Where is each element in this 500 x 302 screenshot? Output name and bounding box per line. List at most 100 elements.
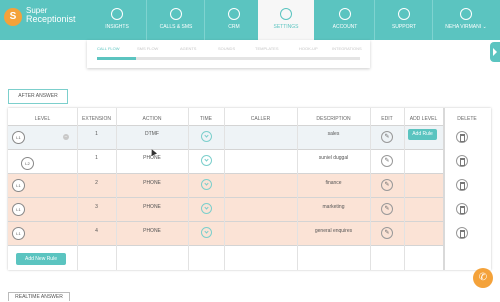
subtab-hook-up[interactable]: HOOK-UP bbox=[299, 46, 318, 51]
user-name: NEHA VIRMANI bbox=[445, 24, 482, 30]
header-description: DESCRIPTION bbox=[316, 116, 351, 122]
header-time: TIME bbox=[200, 116, 212, 122]
nav-item-support[interactable]: SUPPORT bbox=[375, 0, 433, 40]
description-value: general enquires bbox=[314, 228, 353, 234]
nav-item-calls-sms[interactable]: CALLS & SMS bbox=[147, 0, 205, 40]
nav-item-account[interactable]: ACCOUNT bbox=[316, 0, 374, 40]
header-level: LEVEL bbox=[34, 116, 51, 122]
action-value: PHONE bbox=[143, 155, 161, 161]
time-dropdown-icon[interactable] bbox=[201, 203, 212, 214]
progress-bar bbox=[97, 57, 360, 60]
delete-icon[interactable] bbox=[456, 155, 468, 167]
add-rule-button[interactable]: Add Rule bbox=[408, 129, 437, 140]
subtab-agents[interactable]: AGENTS bbox=[180, 46, 196, 51]
brand-line2: Receptionist bbox=[26, 14, 76, 24]
delete-column bbox=[443, 108, 493, 270]
action-value: PHONE bbox=[143, 204, 161, 210]
action-value: PHONE bbox=[143, 180, 161, 186]
subtab-sms-flow[interactable]: SMS FLOW bbox=[137, 46, 158, 51]
extension-value: 3 bbox=[95, 204, 98, 210]
divider bbox=[8, 197, 443, 198]
delete-icon[interactable] bbox=[456, 131, 468, 143]
support-icon bbox=[398, 8, 410, 20]
level-badge: L2 bbox=[21, 157, 34, 170]
table-row bbox=[8, 174, 443, 197]
action-value: PHONE bbox=[143, 228, 161, 234]
avatar-icon bbox=[460, 8, 472, 20]
divider bbox=[8, 221, 443, 222]
collapse-icon[interactable]: − bbox=[63, 134, 69, 140]
header-add-level: ADD LEVEL bbox=[409, 116, 438, 122]
brand-name: Super Receptionist bbox=[26, 6, 76, 24]
nav-label: CALLS & SMS bbox=[159, 24, 193, 30]
time-dropdown-icon[interactable] bbox=[201, 227, 212, 238]
header-extension: EXTENSION bbox=[82, 116, 111, 122]
insights-icon bbox=[111, 8, 123, 20]
call-flow-subnav: CALL FLOW SMS FLOW AGENTS SOUNDS TEMPLAT… bbox=[87, 40, 370, 68]
subtab-integrations[interactable]: INTEGRATIONS bbox=[332, 46, 362, 51]
level-badge: L1 bbox=[12, 203, 25, 216]
after-answer-button[interactable]: AFTER ANSWER bbox=[8, 89, 68, 104]
table-row bbox=[8, 126, 443, 149]
divider bbox=[188, 108, 189, 270]
edit-icon[interactable]: ✎ bbox=[381, 179, 393, 191]
level-badge: L1 bbox=[12, 179, 25, 192]
nav-label: CRM bbox=[228, 24, 240, 30]
subtab-sounds[interactable]: SOUNDS bbox=[218, 46, 235, 51]
description-value: finance bbox=[325, 180, 342, 186]
divider bbox=[8, 125, 443, 126]
nav-item-crm[interactable]: CRM bbox=[205, 0, 263, 40]
progress-fill bbox=[97, 57, 137, 60]
nav-label: SUPPORT bbox=[391, 24, 417, 30]
subtab-call-flow[interactable]: CALL FLOW bbox=[97, 46, 120, 51]
chat-support-icon[interactable]: ✆ bbox=[473, 268, 493, 288]
account-icon bbox=[339, 8, 351, 20]
extension-value: 1 bbox=[95, 155, 98, 161]
divider bbox=[404, 108, 405, 270]
crm-icon bbox=[228, 8, 240, 20]
table-row bbox=[8, 198, 443, 221]
divider bbox=[8, 245, 443, 246]
extension-value: 4 bbox=[95, 228, 98, 234]
edit-icon[interactable]: ✎ bbox=[381, 203, 393, 215]
nav-label: ACCOUNT bbox=[332, 24, 358, 30]
time-dropdown-icon[interactable] bbox=[201, 131, 212, 142]
subtab-templates[interactable]: TEMPLATES bbox=[255, 46, 279, 51]
description-value: marketing bbox=[322, 204, 345, 210]
header-caller: CALLER bbox=[250, 116, 271, 122]
nav-label: INSIGHTS bbox=[105, 24, 129, 30]
add-new-rule-button[interactable]: Add New Rule bbox=[16, 253, 66, 265]
level-badge: L1 bbox=[12, 227, 25, 240]
description-value: suniel duggal bbox=[318, 155, 349, 161]
description-value: sales bbox=[327, 131, 340, 137]
nav-label: SETTINGS bbox=[273, 24, 299, 30]
settings-icon bbox=[280, 8, 292, 20]
time-dropdown-icon[interactable] bbox=[201, 155, 212, 166]
table-row bbox=[8, 150, 443, 173]
table-row bbox=[8, 222, 443, 245]
extension-value: 1 bbox=[95, 131, 98, 137]
action-value: DTMF bbox=[145, 131, 159, 137]
edit-icon[interactable]: ✎ bbox=[381, 155, 393, 167]
side-panel-toggle-icon[interactable] bbox=[490, 42, 500, 62]
delete-icon[interactable] bbox=[456, 179, 468, 191]
brand-logo-icon[interactable]: S bbox=[4, 8, 22, 26]
delete-icon[interactable] bbox=[456, 203, 468, 215]
extension-value: 2 bbox=[95, 180, 98, 186]
edit-icon[interactable]: ✎ bbox=[381, 131, 393, 143]
divider bbox=[8, 173, 443, 174]
delete-icon[interactable] bbox=[456, 227, 468, 239]
user-menu[interactable]: NEHA VIRMANI ⌄ bbox=[432, 0, 500, 40]
header-delete: DELETE bbox=[457, 116, 477, 122]
header-edit: EDIT bbox=[381, 116, 393, 122]
header-action: ACTION bbox=[142, 116, 162, 122]
divider bbox=[8, 149, 443, 150]
divider bbox=[224, 108, 225, 270]
level-badge: L1 bbox=[12, 131, 25, 144]
calls-icon bbox=[170, 8, 182, 20]
chevron-down-icon: ⌄ bbox=[482, 24, 487, 30]
edit-icon[interactable]: ✎ bbox=[381, 227, 393, 239]
nav-item-insights[interactable]: INSIGHTS bbox=[88, 0, 146, 40]
divider bbox=[370, 108, 371, 270]
time-dropdown-icon[interactable] bbox=[201, 179, 212, 190]
